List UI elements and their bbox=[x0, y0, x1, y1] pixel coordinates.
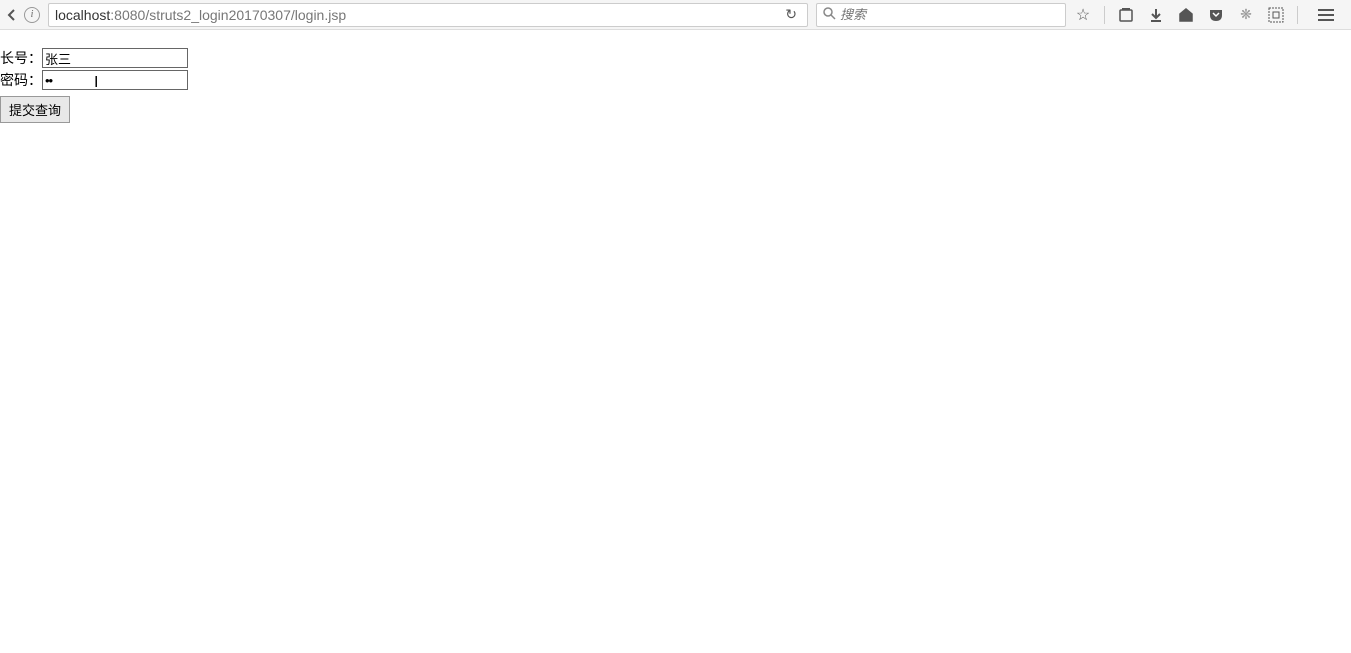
password-row: 密码： I bbox=[0, 70, 1351, 90]
pocket-icon[interactable] bbox=[1207, 6, 1225, 24]
addon-icon[interactable]: ❋ bbox=[1237, 6, 1255, 24]
url-path: /struts2_login20170307/login.jsp bbox=[145, 7, 346, 23]
home-icon[interactable] bbox=[1177, 6, 1195, 24]
separator bbox=[1104, 6, 1105, 24]
search-bar[interactable] bbox=[816, 3, 1066, 27]
library-icon[interactable] bbox=[1117, 6, 1135, 24]
url-bar[interactable]: localhost:8080/struts2_login20170307/log… bbox=[48, 3, 808, 27]
url-port: :8080 bbox=[110, 7, 145, 23]
site-info-icon[interactable]: i bbox=[24, 7, 40, 23]
submit-button[interactable]: 提交查询 bbox=[0, 96, 70, 123]
screenshot-icon[interactable] bbox=[1267, 6, 1285, 24]
downloads-icon[interactable] bbox=[1147, 6, 1165, 24]
search-input[interactable] bbox=[840, 7, 1059, 22]
username-row: 长号： bbox=[0, 48, 1351, 68]
browser-toolbar: i localhost:8080/struts2_login20170307/l… bbox=[0, 0, 1351, 30]
username-input[interactable] bbox=[42, 48, 188, 68]
reload-button[interactable]: ↻ bbox=[781, 6, 801, 23]
search-icon bbox=[823, 7, 836, 23]
username-label: 长号： bbox=[0, 48, 42, 68]
page-content: 长号： 密码： I 提交查询 bbox=[0, 30, 1351, 123]
back-button[interactable] bbox=[4, 7, 20, 23]
password-label: 密码： bbox=[0, 70, 42, 90]
password-input[interactable] bbox=[42, 70, 188, 90]
url-host: localhost bbox=[55, 7, 110, 23]
bookmark-star-icon[interactable]: ☆ bbox=[1074, 6, 1092, 24]
url-text: localhost:8080/struts2_login20170307/log… bbox=[55, 7, 781, 23]
separator bbox=[1297, 6, 1298, 24]
menu-icon[interactable] bbox=[1318, 6, 1334, 24]
toolbar-icons: ☆ ❋ bbox=[1074, 6, 1338, 24]
